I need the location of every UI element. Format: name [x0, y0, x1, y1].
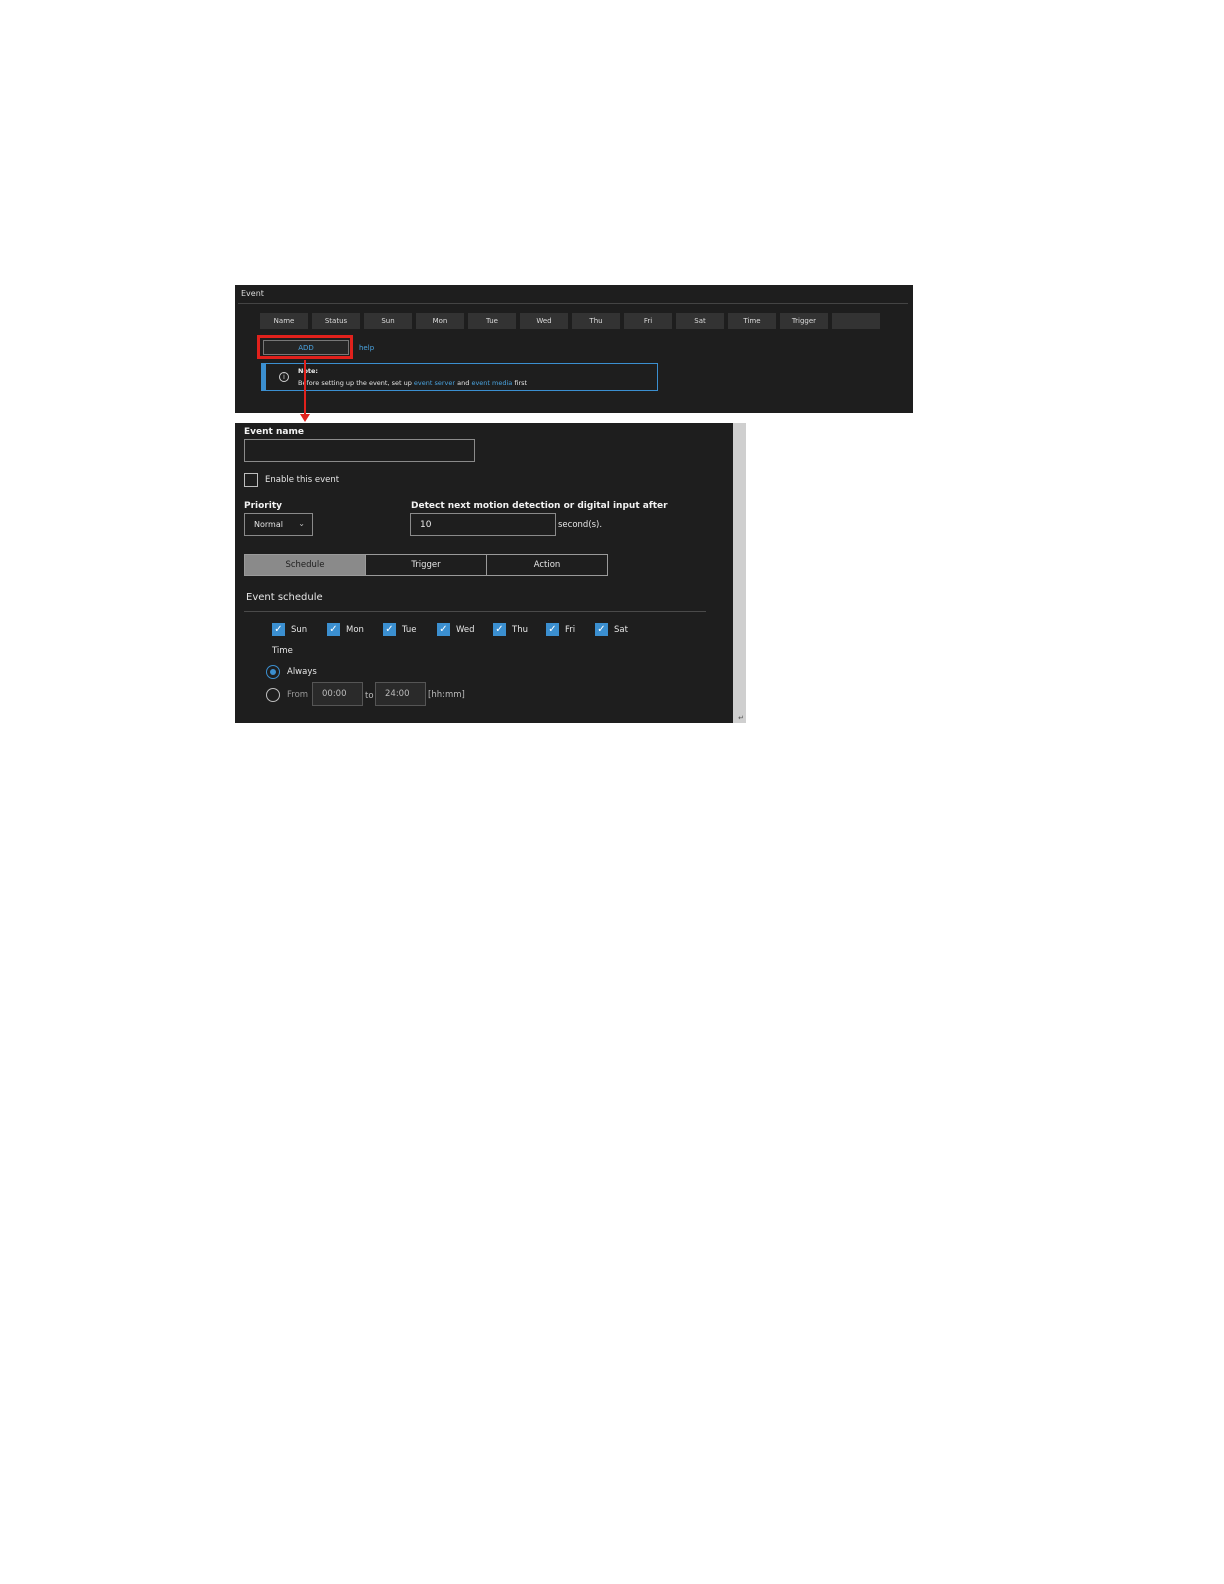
day-label: Tue: [402, 624, 417, 635]
day-label: Sat: [614, 624, 628, 635]
detect-interval-label: Detect next motion detection or digital …: [411, 501, 668, 511]
priority-label: Priority: [244, 501, 282, 511]
column-header-fri: Fri: [624, 313, 672, 329]
event-settings-panel: Event name Enable this event Priority No…: [235, 423, 746, 723]
day-thu[interactable]: ✓ Thu: [493, 623, 528, 636]
column-header-tue: Tue: [468, 313, 516, 329]
seconds-unit-label: second(s).: [558, 520, 603, 530]
note-title: Note:: [298, 367, 319, 375]
column-header-blank: [832, 313, 880, 329]
check-icon[interactable]: ✓: [595, 623, 608, 636]
note-text-before: Before setting up the event, set up: [298, 379, 414, 387]
detect-interval-input[interactable]: [410, 513, 556, 536]
check-icon[interactable]: ✓: [383, 623, 396, 636]
column-header-status: Status: [312, 313, 360, 329]
day-sat[interactable]: ✓ Sat: [595, 623, 628, 636]
event-name-input[interactable]: [244, 439, 475, 462]
priority-select[interactable]: Normal ⌄: [244, 513, 313, 536]
resize-grip-icon[interactable]: ↵: [738, 714, 744, 722]
radio-selected-dot: [270, 669, 276, 675]
column-header-sun: Sun: [364, 313, 412, 329]
to-label: to: [365, 691, 374, 701]
check-icon[interactable]: ✓: [437, 623, 450, 636]
divider: [244, 611, 706, 612]
from-time-input[interactable]: 00:00: [312, 682, 363, 706]
tab-action[interactable]: Action: [486, 554, 608, 576]
day-label: Thu: [512, 624, 528, 635]
check-icon[interactable]: ✓: [272, 623, 285, 636]
check-icon[interactable]: ✓: [546, 623, 559, 636]
always-radio[interactable]: [266, 665, 280, 679]
note-text-mid: and: [455, 379, 472, 387]
day-wed[interactable]: ✓ Wed: [437, 623, 475, 636]
column-header-sat: Sat: [676, 313, 724, 329]
check-icon[interactable]: ✓: [327, 623, 340, 636]
chevron-down-icon: ⌄: [298, 519, 305, 528]
column-header-time: Time: [728, 313, 776, 329]
note-accent-bar: [262, 364, 266, 390]
settings-tabs: Schedule Trigger Action: [244, 554, 608, 576]
divider: [238, 303, 908, 304]
column-header-name: Name: [260, 313, 308, 329]
day-sun[interactable]: ✓ Sun: [272, 623, 307, 636]
enable-event-checkbox[interactable]: [244, 473, 258, 487]
priority-value: Normal: [254, 520, 283, 529]
check-icon[interactable]: ✓: [493, 623, 506, 636]
tab-schedule[interactable]: Schedule: [244, 554, 366, 576]
day-mon[interactable]: ✓ Mon: [327, 623, 364, 636]
from-label: From: [287, 690, 309, 700]
info-icon: i: [279, 372, 289, 382]
day-label: Wed: [456, 624, 475, 635]
time-format-label: [hh:mm]: [428, 690, 465, 700]
column-header-wed: Wed: [520, 313, 568, 329]
event-panel-title: Event: [241, 289, 264, 298]
callout-arrow-head: [300, 414, 310, 422]
event-server-link[interactable]: event server: [414, 379, 455, 387]
note-text: Before setting up the event, set up even…: [298, 379, 527, 387]
to-time-input[interactable]: 24:00: [375, 682, 426, 706]
callout-arrow-line: [304, 360, 306, 416]
column-header-thu: Thu: [572, 313, 620, 329]
event-media-link[interactable]: event media: [471, 379, 512, 387]
event-schedule-heading: Event schedule: [246, 592, 323, 603]
note-text-after: first: [512, 379, 528, 387]
day-tue[interactable]: ✓ Tue: [383, 623, 417, 636]
always-label: Always: [287, 667, 317, 677]
note-box: i Note: Before setting up the event, set…: [261, 363, 658, 391]
from-radio[interactable]: [266, 688, 280, 702]
day-label: Mon: [346, 624, 364, 635]
enable-event-label: Enable this event: [265, 475, 340, 485]
event-list-panel: Event Name Status Sun Mon Tue Wed Thu Fr…: [235, 285, 913, 413]
add-button[interactable]: ADD: [263, 340, 349, 355]
column-header-mon: Mon: [416, 313, 464, 329]
vertical-scrollbar[interactable]: ↵: [733, 423, 746, 723]
event-name-label: Event name: [244, 427, 304, 437]
column-header-trigger: Trigger: [780, 313, 828, 329]
tab-trigger[interactable]: Trigger: [365, 554, 487, 576]
event-table-header: Name Status Sun Mon Tue Wed Thu Fri Sat …: [260, 313, 880, 329]
help-link[interactable]: help: [359, 344, 374, 352]
time-label: Time: [272, 646, 293, 656]
day-fri[interactable]: ✓ Fri: [546, 623, 575, 636]
day-label: Sun: [291, 624, 308, 635]
day-label: Fri: [565, 624, 576, 635]
